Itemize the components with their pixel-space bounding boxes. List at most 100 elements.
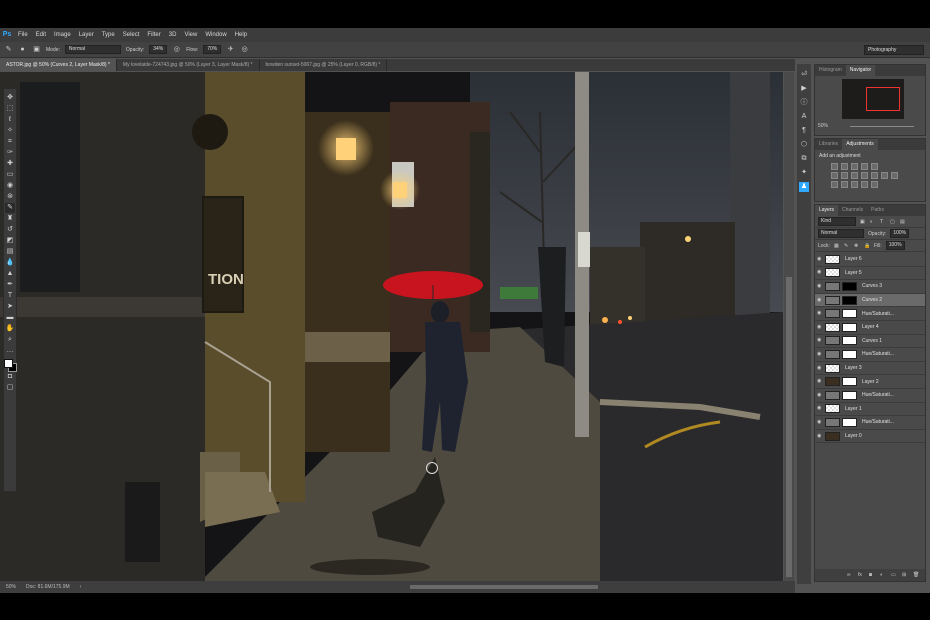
layer-style-icon[interactable]: fx [858, 572, 864, 578]
layer-row[interactable]: ◉ Hue/Saturati... [815, 307, 925, 321]
mode-select[interactable]: Normal [64, 45, 121, 54]
menu-layer[interactable]: Layer [75, 28, 98, 42]
layer-mask-thumbnail[interactable] [842, 281, 857, 291]
crop-tool-icon[interactable]: ⌗ [5, 137, 15, 147]
new-group-icon[interactable]: ▭ [891, 572, 897, 578]
properties-panel-icon[interactable]: ♟ [799, 182, 809, 192]
visibility-eye-icon[interactable]: ◉ [817, 270, 823, 275]
blend-mode-select[interactable]: Normal [818, 229, 864, 238]
layer-row[interactable]: ◉ Layer 6 [815, 253, 925, 267]
link-layers-icon[interactable]: ∞ [847, 572, 853, 578]
actions-panel-icon[interactable]: ▶ [799, 84, 809, 94]
layer-mask-thumbnail[interactable] [842, 417, 857, 427]
visibility-eye-icon[interactable]: ◉ [817, 324, 823, 330]
tab-channels[interactable]: Channels [838, 205, 867, 216]
patch-tool-icon[interactable]: ▭ [5, 170, 15, 180]
document-canvas[interactable]: TION [0, 72, 783, 582]
vibrance-icon[interactable] [871, 163, 878, 170]
layer-row[interactable]: ◉ Layer 1 [815, 403, 925, 417]
tab-navigator[interactable]: Navigator [845, 65, 876, 76]
color-lookup-icon[interactable] [881, 172, 888, 179]
history-panel-icon[interactable]: ⏎ [799, 70, 809, 80]
horizontal-scroll-thumb[interactable] [410, 585, 598, 589]
navigator-zoom-value[interactable]: 50% [818, 123, 828, 129]
layer-comps-icon[interactable]: ⧉ [799, 154, 809, 164]
visibility-eye-icon[interactable]: ◉ [817, 256, 823, 262]
filter-shape-icon[interactable]: ▢ [890, 219, 896, 225]
move-tool-icon[interactable]: ✥ [5, 93, 15, 103]
brush-panel-icon[interactable]: ▣ [32, 45, 41, 54]
pressure-size-icon[interactable]: ◎ [240, 45, 249, 54]
clone-stamp-tool-icon[interactable]: ♜ [5, 214, 15, 224]
layer-row[interactable]: ◉ Hue/Saturati... [815, 389, 925, 403]
layer-row[interactable]: ◉ Layer 2 [815, 375, 925, 389]
lock-pixels-icon[interactable]: ▦ [834, 243, 840, 249]
tab-libraries[interactable]: Libraries [815, 139, 842, 150]
black-white-icon[interactable] [851, 172, 858, 179]
layer-mask-thumbnail[interactable] [842, 377, 857, 387]
marquee-tool-icon[interactable]: ⬚ [5, 104, 15, 114]
curves-icon[interactable] [851, 163, 858, 170]
brush-tool-icon[interactable]: ✎ [5, 203, 15, 213]
menu-edit[interactable]: Edit [32, 28, 50, 42]
3d-panel-icon[interactable]: ⬡ [799, 140, 809, 150]
layer-mask-thumbnail[interactable] [842, 336, 857, 346]
layer-row[interactable]: ◉ Curves 1 [815, 335, 925, 349]
vertical-scroll-thumb[interactable] [786, 277, 792, 577]
eyedropper-tool-icon[interactable]: ✑ [5, 148, 15, 158]
info-panel-icon[interactable]: ⓘ [799, 98, 809, 108]
filter-pixel-icon[interactable]: ▣ [860, 219, 866, 225]
grid-icon[interactable] [891, 172, 898, 179]
more-tools-icon[interactable]: … [5, 346, 15, 356]
gradient-map-icon[interactable] [861, 181, 868, 188]
layer-mask-thumbnail[interactable] [842, 322, 857, 332]
brush-presets-icon[interactable]: ✦ [799, 168, 809, 178]
threshold-icon[interactable] [851, 181, 858, 188]
visibility-eye-icon[interactable]: ◉ [817, 311, 823, 316]
airbrush-icon[interactable]: ✈ [226, 45, 235, 54]
visibility-eye-icon[interactable]: ◉ [817, 392, 823, 398]
menu-image[interactable]: Image [50, 28, 75, 42]
visibility-eye-icon[interactable]: ◉ [817, 283, 823, 289]
pen-tool-icon[interactable]: ✒ [5, 280, 15, 290]
new-adjustment-icon[interactable]: ◐ [880, 572, 886, 578]
menu-filter[interactable]: Filter [143, 28, 164, 42]
workspace-select[interactable]: Photography [864, 45, 924, 55]
channel-mixer-icon[interactable] [871, 172, 878, 179]
layer-mask-thumbnail[interactable] [842, 349, 857, 359]
blur-tool-icon[interactable]: 💧 [5, 258, 15, 268]
menu-select[interactable]: Select [119, 28, 144, 42]
layer-row[interactable]: ◉ Curves 3 [815, 280, 925, 294]
red-eye-tool-icon[interactable]: ⊛ [5, 192, 15, 202]
layer-row[interactable]: ◉ Layer 4 [815, 321, 925, 335]
character-panel-icon[interactable]: A [799, 112, 809, 122]
layer-mask-thumbnail[interactable] [842, 309, 857, 319]
visibility-eye-icon[interactable]: ◉ [817, 351, 823, 357]
menu-file[interactable]: File [14, 28, 32, 42]
layer-row[interactable]: ◉ Layer 3 [815, 362, 925, 376]
dodge-tool-icon[interactable]: ▲ [5, 269, 15, 279]
color-swatches[interactable] [4, 359, 17, 372]
navigator-view-box[interactable] [866, 87, 900, 111]
shape-tool-icon[interactable]: ▬ [5, 313, 15, 323]
tab-bowden-sunset[interactable]: bowden sunset-5067.jpg @ 25% (Layer 0, R… [260, 59, 388, 71]
tab-histogram[interactable]: Histogram [815, 65, 846, 76]
posterize-icon[interactable] [841, 181, 848, 188]
tab-lovelaide[interactable]: My lovelaide-724743.jpg @ 50% (Layer 3, … [117, 59, 260, 71]
eraser-tool-icon[interactable]: ◩ [5, 236, 15, 246]
layer-row[interactable]: ◉ Hue/Saturati... [815, 348, 925, 362]
menu-type[interactable]: Type [98, 28, 119, 42]
visibility-eye-icon[interactable]: ◉ [817, 419, 823, 425]
quick-mask-icon[interactable]: ◘ [5, 372, 15, 382]
brightness-icon[interactable] [831, 163, 838, 170]
new-layer-icon[interactable]: ⊞ [902, 572, 908, 578]
gradient-tool-icon[interactable]: ▤ [5, 247, 15, 257]
tab-astor[interactable]: ASTOR.jpg @ 50% (Curves 2, Layer Mask/8)… [0, 59, 117, 71]
visibility-eye-icon[interactable]: ◉ [817, 433, 823, 439]
layer-mask-thumbnail[interactable] [842, 390, 857, 400]
vertical-scrollbar[interactable] [784, 72, 794, 582]
layer-row[interactable]: ◉ Hue/Saturati... [815, 416, 925, 430]
photo-filter-icon[interactable] [861, 172, 868, 179]
status-zoom[interactable]: 50% [6, 584, 16, 590]
selective-color-icon[interactable] [871, 181, 878, 188]
